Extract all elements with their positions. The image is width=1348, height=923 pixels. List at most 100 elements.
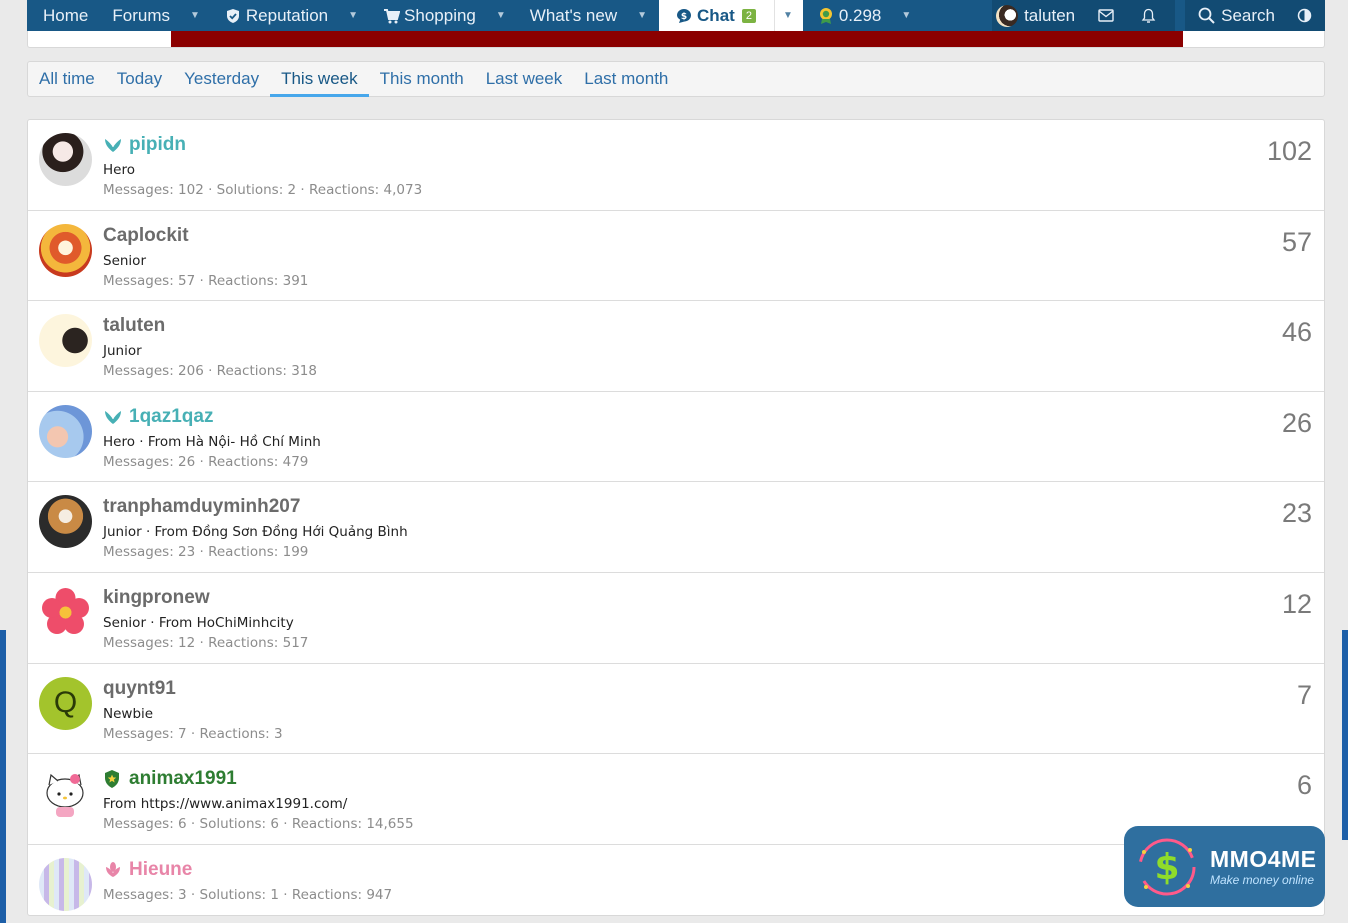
avatar[interactable]: Q: [39, 676, 92, 730]
member-name[interactable]: quynt91: [103, 678, 176, 700]
avatar[interactable]: [39, 223, 92, 277]
member-name[interactable]: 1qaz1qaz: [129, 406, 213, 428]
list-item: pipidn Hero Messages: 102 · Solutions: 2…: [28, 120, 1324, 211]
member-title: Hero: [103, 162, 135, 178]
chevron-down-icon[interactable]: ▼: [496, 10, 506, 21]
top-navigation: Home Forums ▼ Reputation ▼ Shopping ▼ What'…: [27, 0, 1325, 31]
nav-reputation[interactable]: Reputation ▼: [212, 0, 370, 31]
member-list: pipidn Hero Messages: 102 · Solutions: 2…: [27, 119, 1325, 916]
search-button[interactable]: Search: [1185, 0, 1325, 31]
member-stats: Messages: 3 · Solutions: 1 · Reactions: …: [103, 886, 393, 903]
member-score: 7: [1296, 679, 1312, 710]
left-edge-decoration: [0, 630, 6, 923]
member-name[interactable]: animax1991: [129, 768, 237, 790]
avatar: [996, 4, 1019, 27]
watermark-subtitle: Make money online: [1210, 873, 1315, 887]
chevron-down-icon[interactable]: ▼: [190, 10, 200, 21]
avatar[interactable]: [39, 133, 92, 186]
tab-today[interactable]: Today: [106, 62, 173, 96]
avatar[interactable]: [39, 585, 92, 639]
bell-icon[interactable]: [1139, 7, 1157, 25]
theme-toggle-icon[interactable]: [1295, 7, 1313, 25]
nav-chat[interactable]: $ Chat 2 ▼: [659, 0, 803, 31]
svg-text:$: $: [1154, 847, 1179, 888]
member-stats: Messages: 12 · Reactions: 517: [103, 634, 309, 651]
avatar-letter: Q: [53, 686, 78, 720]
member-name[interactable]: pipidn: [129, 134, 186, 156]
member-score: 6: [1296, 770, 1312, 801]
member-stats: Messages: 23 · Reactions: 199: [103, 544, 309, 561]
cart-icon: [382, 7, 400, 25]
chevron-down-icon[interactable]: ▼: [637, 10, 647, 21]
nav-shopping[interactable]: Shopping ▼: [370, 0, 518, 31]
tab-last-week[interactable]: Last week: [475, 62, 574, 96]
chevron-down-icon[interactable]: ▼: [901, 10, 911, 21]
lotus-icon: [103, 860, 123, 880]
flower-icon: [42, 587, 89, 634]
member-score: 12: [1281, 588, 1312, 619]
tab-all-time[interactable]: All time: [28, 62, 106, 96]
tab-last-month[interactable]: Last month: [573, 62, 679, 96]
member-title: Senior: [103, 252, 146, 269]
member-title: Newbie: [103, 705, 154, 722]
member-stats: Messages: 26 · Reactions: 479: [103, 453, 309, 470]
avatar[interactable]: [39, 767, 92, 821]
member-stats: Messages: 6 · Solutions: 6 · Reactions: …: [103, 816, 414, 833]
mail-icon[interactable]: [1097, 7, 1115, 25]
watermark-title: MMO4ME: [1210, 846, 1317, 872]
wings-icon: [103, 407, 123, 427]
member-title: Senior · From HoChiMinhcity: [103, 614, 294, 631]
avatar[interactable]: [39, 857, 92, 911]
member-title: Junior · From Đồng Sơn Đồng Hới Quảng Bì…: [103, 524, 408, 541]
chat-dollar-icon: $: [675, 7, 693, 25]
avatar[interactable]: [39, 495, 92, 549]
user-menu[interactable]: taluten: [992, 0, 1176, 31]
member-score: 57: [1281, 226, 1312, 257]
member-name[interactable]: kingpronew: [103, 587, 210, 609]
member-name[interactable]: taluten: [103, 315, 165, 337]
site-watermark[interactable]: $ MMO4ME Make money online: [1124, 826, 1325, 907]
tab-this-month[interactable]: This month: [369, 62, 475, 96]
avatar[interactable]: [39, 314, 92, 368]
member-title: From https://www.animax1991.com/: [103, 796, 348, 813]
medal-icon: [817, 7, 835, 25]
list-item: 1qaz1qaz Hero · From Hà Nội- Hồ Chí Minh…: [28, 392, 1324, 483]
chevron-down-icon[interactable]: ▼: [773, 0, 793, 31]
right-edge-decoration: [1342, 630, 1348, 840]
avatar[interactable]: [39, 404, 92, 458]
list-item: taluten Junior Messages: 206 · Reactions…: [28, 301, 1324, 392]
nav-whats-new[interactable]: What's new ▼: [518, 0, 659, 31]
nav-forums[interactable]: Forums ▼: [100, 0, 212, 31]
member-stats: Messages: 57 · Reactions: 391: [103, 272, 309, 289]
member-score: 23: [1281, 498, 1312, 529]
dollar-logo-icon: $: [1138, 838, 1196, 895]
list-item: tranphamduyminh207 Junior · From Đồng Sơ…: [28, 482, 1324, 573]
nav-balance[interactable]: 0.298 ▼: [803, 0, 923, 31]
nav-home[interactable]: Home: [27, 0, 100, 31]
svg-text:$: $: [681, 12, 687, 22]
list-item: kingpronew Senior · From HoChiMinhcity M…: [28, 573, 1324, 664]
member-score: 26: [1281, 407, 1312, 438]
tab-this-week[interactable]: This week: [270, 62, 369, 97]
tab-yesterday[interactable]: Yesterday: [173, 62, 270, 96]
chat-count-badge: 2: [741, 8, 756, 23]
chevron-down-icon[interactable]: ▼: [348, 10, 358, 21]
list-item: Q quynt91 Newbie Messages: 7 · Reactions…: [28, 664, 1324, 755]
member-score: 46: [1281, 317, 1312, 348]
member-title: Junior: [103, 343, 142, 360]
member-name[interactable]: Hieune: [129, 859, 192, 881]
banner-strip: [27, 31, 1325, 48]
kitty-icon: [46, 774, 84, 818]
banner-image[interactable]: [171, 31, 1183, 47]
member-title: Hero · From Hà Nội- Hồ Chí Minh: [103, 433, 321, 450]
shield-check-icon: [224, 7, 242, 25]
member-score: 102: [1266, 136, 1312, 166]
member-stats: Messages: 206 · Reactions: 318: [103, 363, 317, 380]
time-filter-tabs: All time Today Yesterday This week This …: [27, 61, 1325, 97]
member-stats: Messages: 7 · Reactions: 3: [103, 725, 283, 742]
member-name[interactable]: tranphamduyminh207: [103, 496, 300, 518]
wings-icon: [103, 135, 123, 155]
star-shield-icon: [103, 769, 123, 789]
member-name[interactable]: Caplockit: [103, 225, 189, 247]
member-stats: Messages: 102 · Solutions: 2 · Reactions…: [103, 182, 423, 198]
